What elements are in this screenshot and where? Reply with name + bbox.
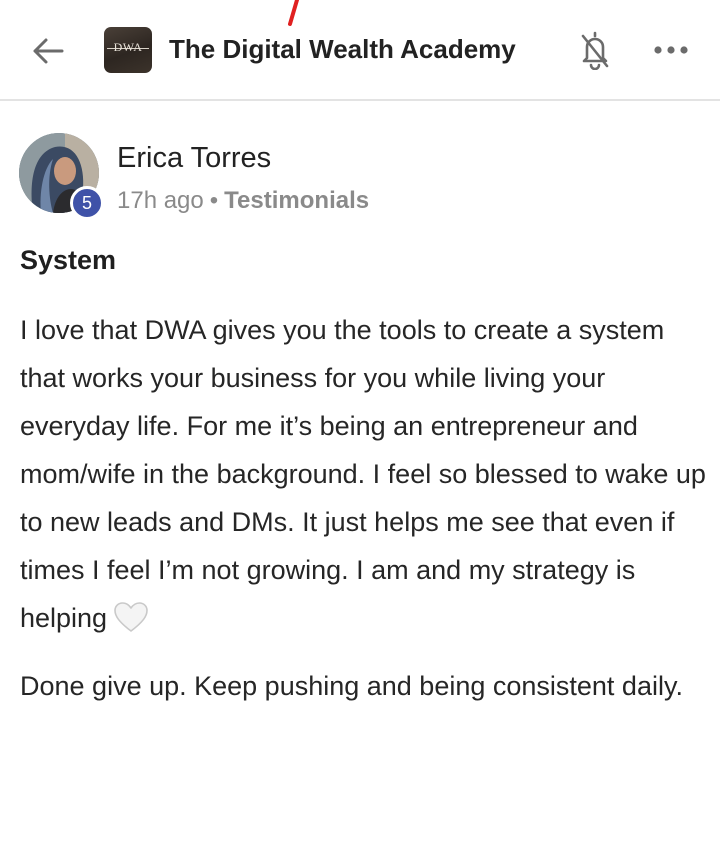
post-body: I love that DWA gives you the tools to c… xyxy=(20,306,710,710)
back-button[interactable] xyxy=(26,31,70,71)
post-paragraph: I love that DWA gives you the tools to c… xyxy=(20,306,710,648)
group-title[interactable]: The Digital Wealth Academy xyxy=(169,34,516,65)
post-title: System xyxy=(20,245,117,275)
annotation-mark xyxy=(288,0,299,26)
post-time: 17h ago xyxy=(117,187,204,214)
author-avatar[interactable]: 5 xyxy=(19,133,104,220)
notifications-button[interactable] xyxy=(572,27,618,73)
group-logo[interactable]: DWA xyxy=(104,27,152,73)
bell-off-icon xyxy=(581,31,609,70)
meta-separator: • xyxy=(209,187,219,214)
author-name[interactable]: Erica Torres xyxy=(117,142,271,175)
level-badge: 5 xyxy=(70,186,104,220)
post-meta: 17h ago • Testimonials xyxy=(117,187,369,215)
post-category[interactable]: Testimonials xyxy=(224,187,369,214)
white-heart-icon xyxy=(113,600,149,648)
logo-text: DWA xyxy=(113,40,143,54)
post-paragraph-text: I love that DWA gives you the tools to c… xyxy=(20,315,706,633)
app-header: DWA The Digital Wealth Academy xyxy=(0,0,720,101)
post-paragraph: Done give up. Keep pushing and being con… xyxy=(20,671,683,701)
more-options-button[interactable] xyxy=(648,30,694,70)
arrow-left-icon xyxy=(33,38,64,64)
more-horizontal-icon xyxy=(654,46,688,54)
